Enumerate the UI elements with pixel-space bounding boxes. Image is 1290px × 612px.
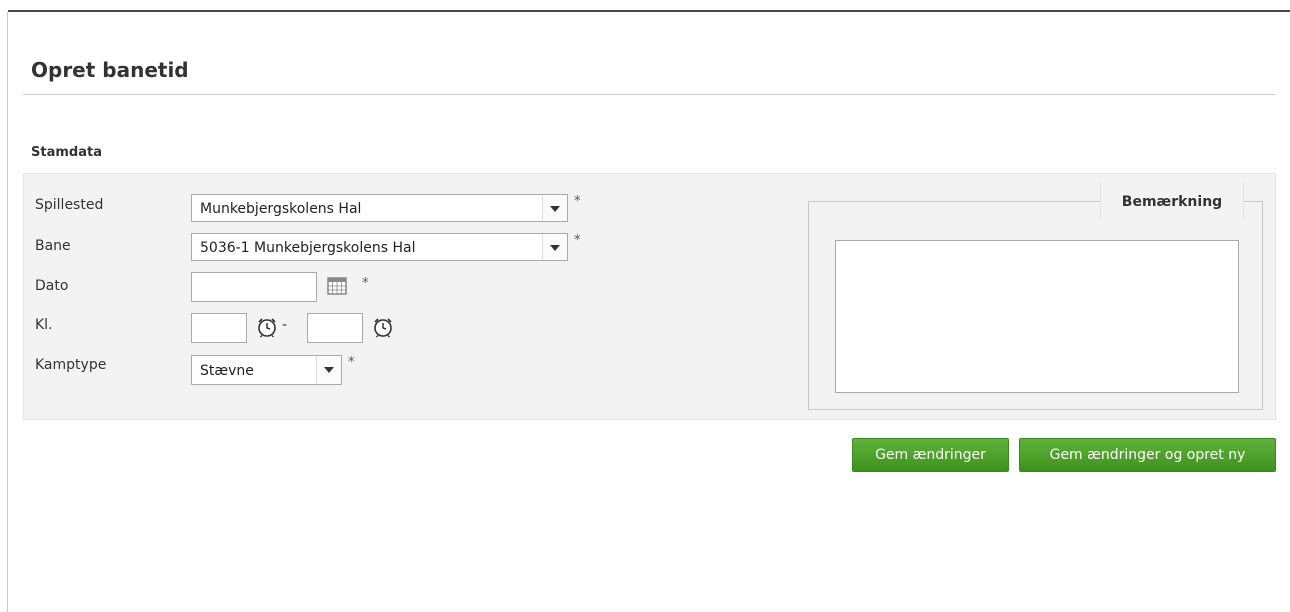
bane-select[interactable]: 5036-1 Munkebjergskolens Hal [191, 233, 568, 261]
spillested-dropdown-button[interactable] [542, 195, 567, 221]
spillested-select[interactable]: Munkebjergskolens Hal [191, 194, 568, 222]
title-divider [23, 94, 1276, 95]
remark-textarea[interactable] [835, 240, 1239, 393]
calendar-icon[interactable] [327, 277, 347, 299]
left-frame-border [7, 12, 8, 612]
dato-input[interactable] [191, 272, 317, 302]
kamptype-value: Stævne [200, 363, 254, 379]
dato-label: Dato [35, 278, 69, 294]
chevron-down-icon [324, 367, 334, 373]
kamptype-select[interactable]: Stævne [191, 355, 342, 385]
kamptype-required-marker: * [348, 355, 355, 370]
section-title-stamdata: Stamdata [31, 145, 102, 160]
chevron-down-icon [550, 245, 560, 251]
clock-icon[interactable] [256, 316, 278, 342]
remark-legend: Bemærkning [1100, 182, 1244, 220]
kamptype-label: Kamptype [35, 357, 107, 373]
save-button[interactable]: Gem ændringer [852, 438, 1009, 472]
bane-required-marker: * [574, 233, 581, 248]
kamptype-dropdown-button[interactable] [316, 356, 341, 384]
page-title: Opret banetid [31, 58, 189, 82]
spillested-value: Munkebjergskolens Hal [200, 201, 362, 217]
kl-label: Kl. [35, 317, 53, 333]
bane-value: 5036-1 Munkebjergskolens Hal [200, 240, 416, 256]
spillested-label: Spillested [35, 197, 104, 213]
kl-from-input[interactable] [191, 313, 247, 343]
chevron-down-icon [550, 206, 560, 212]
kl-to-input[interactable] [307, 313, 363, 343]
top-frame-border [0, 0, 1290, 12]
spillested-required-marker: * [574, 194, 581, 209]
bane-dropdown-button[interactable] [542, 234, 567, 260]
clock-icon[interactable] [372, 316, 394, 342]
save-and-create-new-button[interactable]: Gem ændringer og opret ny [1019, 438, 1276, 472]
bane-label: Bane [35, 238, 71, 254]
dato-required-marker: * [362, 276, 369, 291]
time-range-separator: - [282, 317, 288, 333]
